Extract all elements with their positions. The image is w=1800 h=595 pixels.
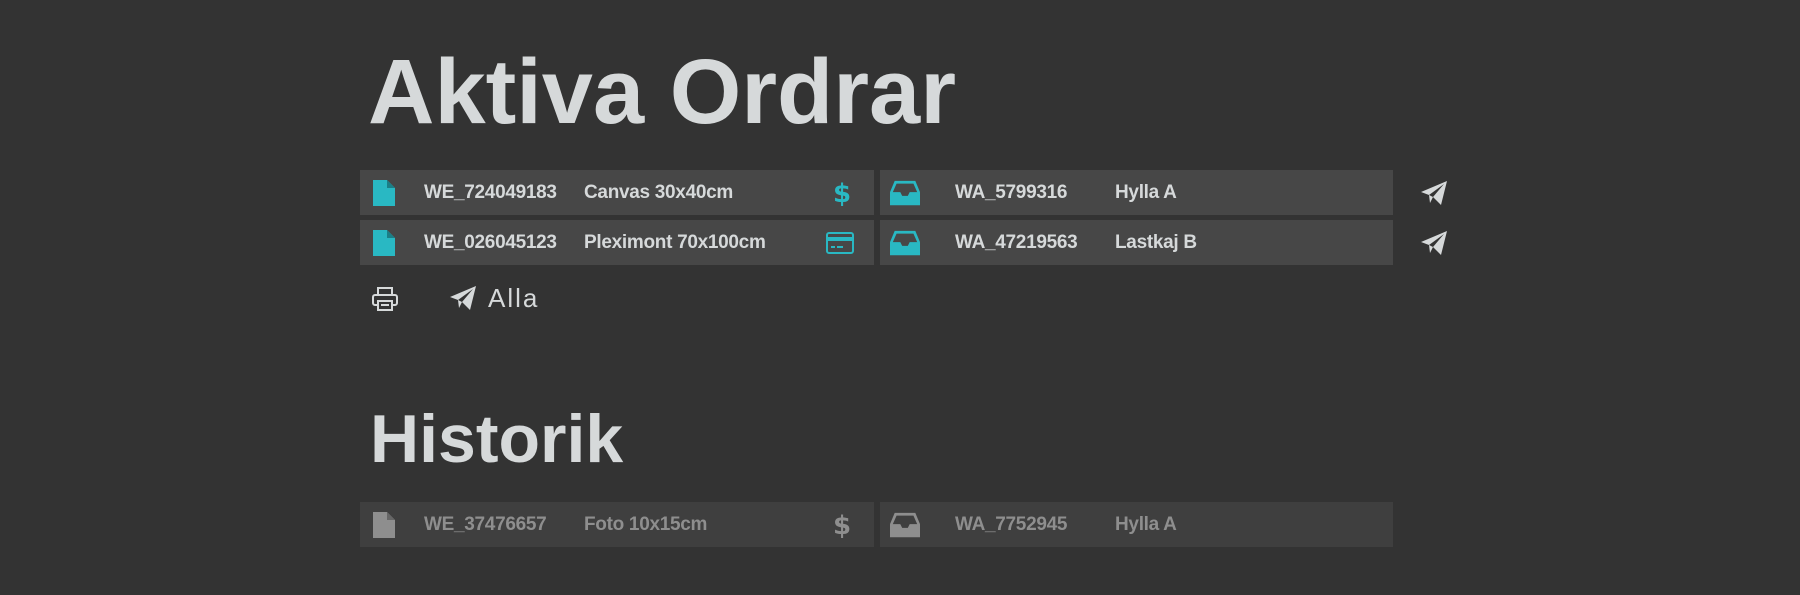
credit-card-icon: [825, 228, 855, 258]
active-orders-actions: Alla: [360, 278, 620, 318]
storage-location: Lastkaj B: [1115, 232, 1197, 253]
send-button[interactable]: [1419, 228, 1449, 258]
active-order-row[interactable]: WE_724049183 Canvas 30x40cm $ WA_5799316…: [360, 170, 1447, 215]
shipment-cell[interactable]: WA_5799316 Hylla A: [880, 170, 1393, 215]
order-cell[interactable]: WE_724049183 Canvas 30x40cm $: [360, 170, 874, 215]
inbox-icon: [890, 178, 920, 208]
send-button[interactable]: [1419, 178, 1449, 208]
orders-page: Aktiva Ordrar WE_724049183 Canvas 30x40c…: [0, 0, 1800, 595]
storage-location: Hylla A: [1115, 182, 1177, 203]
inbox-icon: [890, 228, 920, 258]
svg-text:$: $: [833, 511, 851, 539]
paper-plane-icon: [1421, 231, 1447, 255]
order-id: WE_026045123: [424, 232, 557, 253]
shipment-id: WA_7752945: [955, 514, 1068, 535]
history-order-row[interactable]: WE_37476657 Foto 10x15cm $ WA_7752945 Hy…: [360, 502, 1393, 547]
product-name: Canvas 30x40cm: [584, 182, 733, 203]
page-title-active-orders: Aktiva Ordrar: [368, 41, 957, 143]
file-icon: [369, 510, 399, 540]
order-id: WE_724049183: [424, 182, 557, 203]
paper-plane-icon: [1421, 181, 1447, 205]
send-all-label: Alla: [488, 282, 540, 313]
send-all-button[interactable]: Alla: [450, 278, 539, 318]
section-title-history: Historik: [370, 401, 624, 477]
shipment-id: WA_5799316: [955, 182, 1068, 203]
order-cell[interactable]: WE_37476657 Foto 10x15cm $: [360, 502, 874, 547]
paper-plane-icon: [450, 286, 476, 310]
product-name: Pleximont 70x100cm: [584, 232, 766, 253]
shipment-id: WA_47219563: [955, 232, 1078, 253]
print-button[interactable]: [370, 284, 400, 314]
order-cell[interactable]: WE_026045123 Pleximont 70x100cm: [360, 220, 874, 265]
order-id: WE_37476657: [424, 514, 547, 535]
printer-icon: [372, 287, 398, 311]
inbox-icon: [890, 510, 920, 540]
dollar-icon: $: [827, 178, 857, 208]
shipment-cell[interactable]: WA_7752945 Hylla A: [880, 502, 1393, 547]
svg-text:$: $: [833, 179, 851, 207]
file-icon: [369, 178, 399, 208]
shipment-cell[interactable]: WA_47219563 Lastkaj B: [880, 220, 1393, 265]
active-order-row[interactable]: WE_026045123 Pleximont 70x100cm WA_47219…: [360, 220, 1447, 265]
dollar-icon: $: [827, 510, 857, 540]
product-name: Foto 10x15cm: [584, 514, 708, 535]
storage-location: Hylla A: [1115, 514, 1177, 535]
file-icon: [369, 228, 399, 258]
